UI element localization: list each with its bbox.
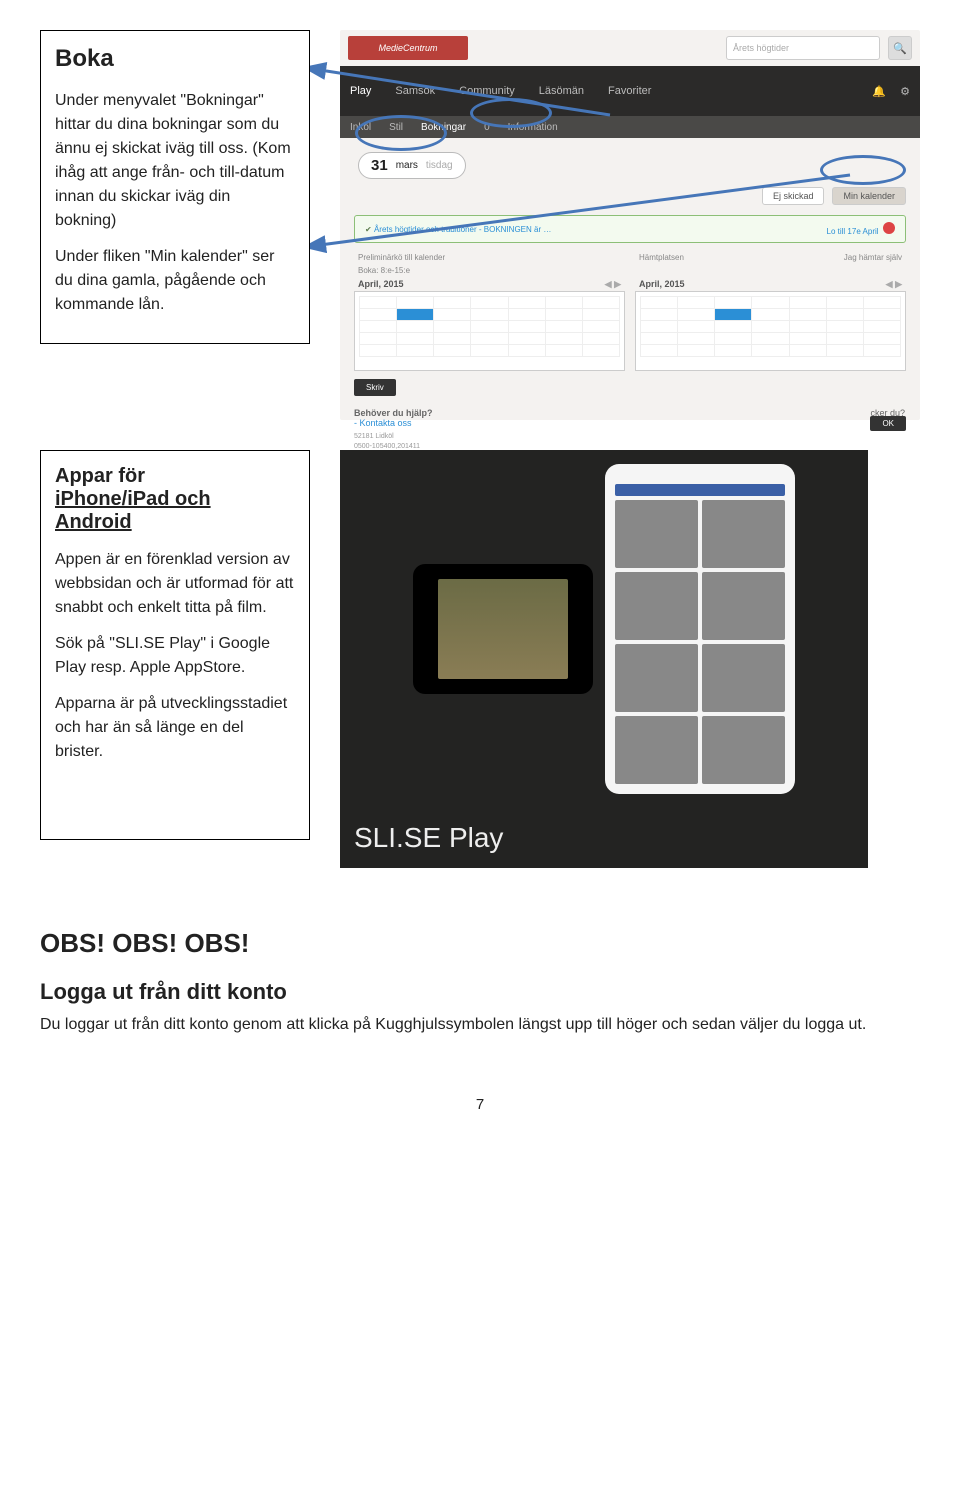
cal-head-1: Preliminärkö till kalender: [354, 251, 625, 264]
date-day: tisdag: [426, 160, 453, 171]
help-right: cker du? OK: [870, 408, 906, 428]
highlight-circle-date: [355, 115, 447, 151]
iphone-screen: [438, 579, 568, 679]
android-cell: [615, 500, 698, 568]
box-boka-p1a: Under menyvalet "Bokningar": [55, 92, 264, 109]
photo-devices: [360, 470, 848, 788]
nav-lasoman[interactable]: Läsömän: [539, 85, 584, 97]
box-boka-p2: Under fliken "Min kalender" ser du dina …: [55, 245, 295, 317]
photo-sli-play: SLI.SE Play: [340, 450, 868, 868]
search-button[interactable]: 🔍: [888, 36, 912, 60]
booking-item-left: ✔ Årets högtider och traditioner - BOKNI…: [365, 225, 551, 234]
android-cell: [615, 716, 698, 784]
android-mock: [605, 464, 795, 794]
logo: MedieCentrum: [348, 36, 468, 60]
row-boka: Boka Under menyvalet "Bokningar" hittar …: [40, 30, 920, 420]
logout-title: Logga ut från ditt konto: [40, 979, 920, 1005]
pill-min-kalender[interactable]: Min kalender: [832, 187, 906, 205]
screenshot-bokningar: MedieCentrum Årets högtider 🔍 Play Samsö…: [340, 30, 920, 420]
box-appar: Appar för iPhone/iPad och Android Appen …: [40, 450, 310, 840]
box-boka-p2a: Under fliken "Min kalender" ser: [55, 248, 274, 265]
android-topbar: [615, 484, 785, 496]
cal-month-2-text: April, 2015: [639, 279, 685, 289]
help-left: Behöver du hjälp? - Kontakta oss: [354, 408, 433, 428]
addr2: 0500-105400,201411: [354, 443, 420, 450]
nav-right-icons: 🔔 ⚙: [872, 85, 910, 98]
appar-t1: Appar för: [55, 465, 145, 487]
panel-pills: Ej skickad Min kalender: [354, 187, 906, 205]
cal-head-right: Jag hämtar själv: [844, 253, 902, 262]
cal-head-mid: Hämtplatsen: [639, 253, 684, 262]
bell-icon[interactable]: 🔔: [872, 85, 886, 98]
photo-label: SLI.SE Play: [354, 822, 503, 854]
logout-body: Du loggar ut från ditt konto genom att k…: [40, 1013, 920, 1036]
nav-community[interactable]: Community: [459, 85, 515, 97]
box-boka-title: Boka: [55, 45, 295, 73]
booking-item-title[interactable]: Årets högtider och traditioner - BOKNING…: [374, 225, 551, 234]
cal-nav-icons[interactable]: ◀ ▶: [605, 279, 621, 290]
sc1-header: MedieCentrum Årets högtider 🔍: [340, 30, 920, 66]
box-boka-p1b: hittar du dina bokningar som du ännu ej …: [55, 116, 291, 229]
box-appar-title: Appar för iPhone/iPad och Android: [55, 465, 295, 534]
booking-item-date: Lo till 17e April: [827, 227, 879, 236]
date-num: 31: [371, 157, 388, 174]
search-input[interactable]: Årets högtider: [726, 36, 880, 60]
cal-col-2: Hämtplatsen Jag hämtar själv April, 2015 …: [635, 251, 906, 371]
box-boka-p1: Under menyvalet "Bokningar" hittar du di…: [55, 89, 295, 233]
cal-nav-icons-2[interactable]: ◀ ▶: [886, 279, 902, 290]
cal-month-2: April, 2015 ◀ ▶: [635, 277, 906, 291]
android-grid: [615, 500, 785, 784]
box-appar-p2: Sök på "SLI.SE Play" i Google Play resp.…: [55, 632, 295, 680]
cal-col-1: Preliminärkö till kalender Boka: 8:e-15:…: [354, 251, 625, 371]
ok-button[interactable]: OK: [870, 416, 906, 431]
android-cell: [702, 572, 785, 640]
highlight-circle-bokningar: [470, 98, 552, 128]
date-badge: 31 mars tisdag: [358, 152, 466, 179]
android-cell: [702, 500, 785, 568]
box-boka: Boka Under menyvalet "Bokningar" hittar …: [40, 30, 310, 344]
main-nav: Play Samsök Community Läsömän Favoriter …: [340, 66, 920, 116]
appar-t2: iPhone/iPad och: [55, 488, 211, 510]
appar-t3: Android: [55, 511, 132, 533]
help-link[interactable]: - Kontakta oss: [354, 418, 412, 428]
addr1: 52181 Lidköl: [354, 433, 394, 440]
android-cell: [615, 572, 698, 640]
box-appar-p1: Appen är en förenklad version av webbsid…: [55, 548, 295, 620]
booking-item-right: Lo till 17e April: [827, 222, 895, 236]
row-appar: Appar för iPhone/iPad och Android Appen …: [40, 450, 920, 868]
obs-heading: OBS! OBS! OBS!: [40, 928, 920, 959]
cal-month-1: April, 2015 ◀ ▶: [354, 277, 625, 291]
highlight-circle-kalender: [820, 155, 906, 185]
page-number: 7: [40, 1096, 920, 1113]
cal-code-2: [635, 264, 906, 277]
cal-code: Boka: 8:e-15:e: [354, 264, 625, 277]
cal-head-2: Hämtplatsen Jag hämtar själv: [635, 251, 906, 264]
gear-icon[interactable]: ⚙: [900, 85, 910, 98]
nav-favoriter[interactable]: Favoriter: [608, 85, 651, 97]
cal-month-1-text: April, 2015: [358, 279, 404, 289]
booking-item: ✔ Årets högtider och traditioner - BOKNI…: [354, 215, 906, 243]
help-row: Behöver du hjälp? - Kontakta oss cker du…: [354, 408, 906, 428]
skriv-button[interactable]: Skriv: [354, 379, 396, 396]
cal-grid-2[interactable]: [635, 291, 906, 371]
android-cell: [702, 716, 785, 784]
remove-icon[interactable]: [883, 222, 895, 234]
date-month: mars: [396, 160, 418, 171]
box-boka-p2b: du dina gamla, pågående och kommande lån…: [55, 272, 266, 313]
help-title: Behöver du hjälp?: [354, 408, 433, 418]
android-cell: [702, 644, 785, 712]
box-appar-p3: Apparna är på utvecklingsstadiet och har…: [55, 692, 295, 764]
cal-grid-1[interactable]: [354, 291, 625, 371]
nav-play[interactable]: Play: [350, 85, 371, 97]
cal-head-left: Preliminärkö till kalender: [358, 253, 445, 262]
iphone-mock: [413, 564, 593, 694]
pill-ej-skickad[interactable]: Ej skickad: [762, 187, 825, 205]
calendar-row: Preliminärkö till kalender Boka: 8:e-15:…: [354, 251, 906, 371]
android-cell: [615, 644, 698, 712]
nav-samsok[interactable]: Samsök: [395, 85, 435, 97]
